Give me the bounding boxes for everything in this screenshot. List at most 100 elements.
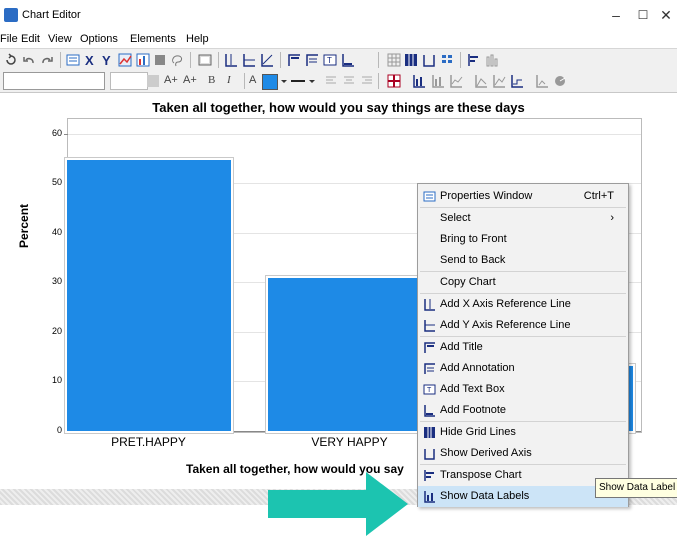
menu-elements[interactable]: Elements [130,33,176,45]
context-menu-item-hide-grid-lines[interactable]: Hide Grid Lines [418,422,628,443]
y-axis-icon[interactable]: Y [101,53,115,67]
toolbar-format: A+ A+ B I A [0,70,677,93]
context-menu-item-label: Add Title [440,341,483,353]
context-menu-item-add-text-box[interactable]: T Add Text Box [418,379,628,400]
menu-edit[interactable]: Edit [21,33,40,45]
context-menu-item-bring-to-front[interactable]: Bring to Front [418,229,628,250]
lasso-icon[interactable] [170,53,184,67]
context-menu-item-label: Copy Chart [440,276,496,288]
rotate-icon[interactable] [4,53,18,67]
svg-text:Y: Y [102,53,111,67]
chart-title[interactable]: Taken all together, how would you say th… [0,100,677,115]
x-axis-icon[interactable]: X [84,53,98,67]
toolbar-separator [378,73,379,89]
menu-options[interactable]: Options [80,33,118,45]
italic-button[interactable]: I [227,74,231,86]
toolbar-separator [218,52,219,68]
context-menu-item-label: Add Annotation [440,362,515,374]
context-menu-item-send-to-back[interactable]: Send to Back [418,250,628,271]
x-tick-label: PRET.HAPPY [111,435,186,449]
gridline[interactable] [68,133,641,135]
context-menu-item-label: Add Text Box [440,383,505,395]
bar-chart-icon[interactable] [431,74,445,88]
grid-lines-icon[interactable] [404,53,418,67]
toolbar-separator [378,52,379,68]
footnote-icon[interactable] [341,53,355,67]
font-family-select[interactable] [3,72,105,90]
align-left-icon[interactable] [324,74,338,88]
context-menu-item-add-y-axis-reference-line[interactable]: Add Y Axis Reference Line [418,315,628,336]
chart-type-icon[interactable] [118,53,132,67]
increase-font-button[interactable]: A+ [164,74,178,86]
x-reference-line-icon[interactable] [224,53,238,67]
mixed-chart-icon[interactable] [492,74,506,88]
data-labels-icon [424,491,435,503]
context-menu-item-add-title[interactable]: Add Title [418,337,628,358]
toolbar-main: X Y T [0,48,677,71]
x-reference-line-icon [424,299,435,311]
bar-very-happy[interactable] [265,275,434,433]
area-chart-icon[interactable] [474,74,488,88]
context-menu-item-show-derived-axis[interactable]: Show Derived Axis [418,443,628,464]
interpolation-icon[interactable] [510,74,524,88]
x-tick-label: VERY HAPPY [311,435,388,449]
properties-icon[interactable] [66,53,80,67]
annotation-icon[interactable] [305,53,319,67]
frame-icon[interactable] [198,53,212,67]
footnote-icon [424,405,435,417]
line-style-icon[interactable] [291,74,305,88]
menu-help[interactable]: Help [186,33,209,45]
font-color-icon[interactable] [146,74,160,88]
align-center-icon[interactable] [342,74,356,88]
redo-icon[interactable] [40,53,54,67]
context-menu-item-properties-window[interactable]: Properties Window Ctrl+T [418,186,628,207]
grid-icon[interactable] [387,53,401,67]
line-chart-icon[interactable] [449,74,463,88]
fill-icon[interactable] [153,53,167,67]
y-reference-line-icon[interactable] [242,53,256,67]
fill-color-dropdown-icon[interactable] [277,74,291,88]
pie-explode-icon[interactable] [553,74,567,88]
close-button[interactable]: ✕ [651,4,677,26]
smoother-icon[interactable] [535,74,549,88]
y-tick-label: 60 [51,127,62,138]
line-style-dropdown-icon[interactable] [305,74,319,88]
data-labels-icon[interactable] [412,74,426,88]
font-size-select[interactable] [110,72,148,90]
bold-button[interactable]: B [208,74,215,86]
bar-pret-happy[interactable] [64,158,233,433]
text-box-icon[interactable]: T [323,53,337,67]
data-grid-icon[interactable] [387,74,401,88]
bars-outline-icon[interactable] [485,53,499,67]
y-tick-label: 50 [51,177,62,188]
text-style-button[interactable]: A [249,74,256,86]
fit-line-icon[interactable] [260,53,274,67]
pointer-arrow-icon [268,472,408,536]
decrease-font-button[interactable]: A+ [183,74,197,86]
context-menu-item-shortcut: › [610,212,614,224]
toolbar-separator [460,52,461,68]
svg-text:T: T [427,387,432,394]
fill-color-button[interactable] [262,74,278,90]
align-right-icon[interactable] [360,74,374,88]
chart-template-icon[interactable] [136,53,150,67]
derived-axis-icon [424,449,435,460]
menu-file[interactable]: File [0,33,18,45]
context-menu-item-add-footnote[interactable]: Add Footnote [418,400,628,421]
context-menu-item-copy-chart[interactable]: Copy Chart [418,272,628,293]
legend-icon[interactable] [440,53,454,67]
minimize-button[interactable]: – [601,4,631,26]
context-menu-item-add-x-axis-reference-line[interactable]: Add X Axis Reference Line [418,294,628,315]
toolbar-separator [280,52,281,68]
y-axis-title[interactable]: Percent [17,188,33,248]
toolbar-separator [190,52,191,68]
menu-view[interactable]: View [48,33,72,45]
add-title-icon[interactable] [287,53,301,67]
chart-editor-app-icon [4,8,18,22]
undo-icon[interactable] [22,53,36,67]
context-menu-item-select[interactable]: Select › [418,208,628,229]
derived-axis-icon[interactable] [422,53,436,67]
transpose-icon[interactable] [467,53,481,67]
properties-icon [423,191,436,202]
context-menu-item-add-annotation[interactable]: Add Annotation [418,358,628,379]
